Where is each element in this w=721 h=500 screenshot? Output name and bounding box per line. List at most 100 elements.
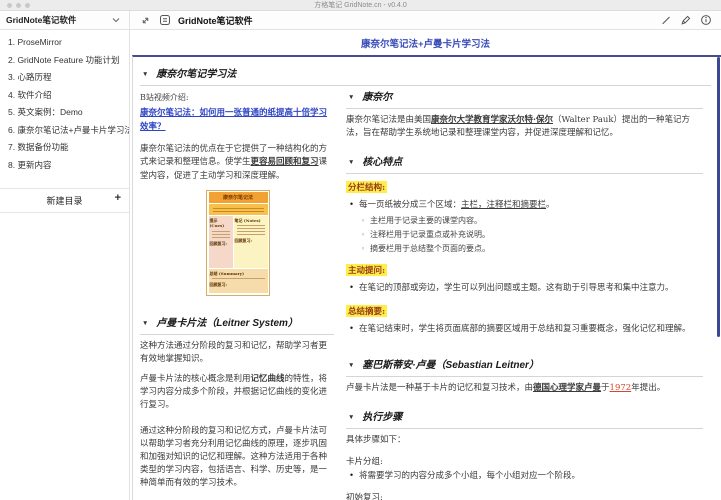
toolbar-main: GridNote笔记软件 — [130, 11, 721, 29]
cornell-origin-paragraph: 康奈尔笔记法是由美国康奈尔大学教育学家沃尔特·保尔（Walter Pauk）提出… — [346, 114, 703, 140]
section-heading-label: 卢曼卡片法（Leitner System） — [156, 317, 298, 329]
diagram-review-label: 回顾复习: — [209, 282, 227, 288]
sidebar-item-journey[interactable]: 3. 心路历程 — [0, 69, 129, 87]
toolbar-doc-title: GridNote笔记软件 — [178, 15, 253, 26]
window-controls — [7, 3, 30, 8]
collapse-triangle-icon[interactable] — [142, 71, 148, 78]
diagram-line — [236, 228, 265, 230]
section-heading-label: 康奈尔 — [362, 92, 393, 103]
diagram-line — [211, 233, 230, 235]
emphasized-text: 康奈尔大学教育学家沃尔特·保尔 — [431, 115, 553, 125]
diagram-cues-label: 提示 (Cues) — [209, 218, 225, 229]
paragraph-text: 于 — [601, 382, 610, 393]
diagram-line — [211, 230, 230, 232]
app-window: 方格笔记 GridNote.cn - v0.4.0 GridNote笔记软件 G… — [0, 0, 721, 500]
diagram-line — [236, 234, 265, 236]
document-outline-icon[interactable] — [158, 13, 172, 27]
highlight-summary: 总结摘要: — [346, 304, 388, 317]
minimize-window-icon[interactable] — [16, 3, 21, 8]
sidebar-item-intro[interactable]: 4. 软件介绍 — [0, 87, 129, 105]
collapse-triangle-icon[interactable] — [142, 320, 148, 327]
bilibili-video-link[interactable]: 康奈尔笔记法：如何用一张普通的纸提高十倍学习效率？ — [140, 107, 334, 134]
feature-sub-bullet: 主栏用于记录主要的课堂内容。 — [346, 215, 703, 227]
sidebar-item-feature-plan[interactable]: 2. GridNote Feature 功能计划 — [0, 52, 129, 70]
toolbar: GridNote笔记软件 GridNote笔记软件 — [0, 11, 721, 30]
workspace-label: GridNote笔记软件 — [6, 15, 77, 25]
window-title: 方格笔记 GridNote.cn - v0.4.0 — [314, 2, 407, 9]
sidebar-item-cornell-leitner[interactable]: 6. 康奈尔笔记法+卢曼卡片学习法 — [0, 122, 129, 140]
section-heading-cornell: 康奈尔 — [346, 86, 703, 109]
sidebar-item-backup[interactable]: 7. 数据备份功能 — [0, 139, 129, 157]
left-column: B站视频介绍: 康奈尔笔记法：如何用一张普通的纸提高十倍学习效率？ 康奈尔笔记法… — [140, 86, 334, 500]
diagram-notes-label: 笔记 (Notes) — [234, 218, 261, 224]
sidebar: 1. ProseMirror 2. GridNote Feature 功能计划 … — [0, 30, 130, 500]
diagram-line — [211, 236, 230, 238]
collapse-triangle-icon[interactable] — [348, 159, 354, 166]
sidebar-item-prosemirror[interactable]: 1. ProseMirror — [0, 34, 129, 52]
diagram-summary-block: 总结 (Summary) 回顾复习: — [208, 269, 268, 294]
underlined-text: 主栏，注释栏和摘要栏 — [461, 200, 547, 211]
edit-pen-icon[interactable] — [679, 13, 693, 27]
diagram-summary-label: 总结 (Summary) — [209, 271, 244, 277]
section-heading-label: 康奈尔笔记学习法 — [156, 69, 237, 80]
chevron-down-icon[interactable] — [109, 13, 123, 27]
section-heading-sebastian-leitner: 塞巴斯蒂安·卢曼（Sebastian Leitner） — [346, 350, 703, 377]
cornell-advantage-paragraph: 康奈尔笔记法的优点在于它提供了一种结构化的方式来记录和整理信息。使学生更容易回顾… — [140, 143, 334, 183]
step-label-initial-review: 初始复习: — [346, 492, 383, 500]
diagram-title: 康奈尔笔记法 — [208, 192, 268, 204]
section-heading-steps: 执行步骤 — [346, 402, 703, 429]
new-folder-row[interactable]: 新建目录 + — [0, 188, 129, 213]
video-intro-label: B站视频介绍: — [140, 93, 189, 102]
section-heading-label: 执行步骤 — [362, 411, 403, 423]
close-window-icon[interactable] — [7, 3, 12, 8]
bullet-text: 每一页纸被分成三个区域： — [359, 200, 462, 211]
highlight-column-structure: 分栏结构: — [346, 181, 388, 194]
diagram-line — [236, 231, 265, 233]
content-columns: B站视频介绍: 康奈尔笔记法：如何用一张普通的纸提高十倍学习效率？ 康奈尔笔记法… — [140, 86, 711, 500]
document-title[interactable]: 康奈尔笔记法+卢曼卡片学习法 — [130, 30, 721, 55]
section-heading-leitner-method: 卢曼卡片法（Leitner System） — [140, 308, 334, 335]
diagram-notes-column: 笔记 (Notes) 回顾复习: — [233, 216, 268, 269]
paragraph-text: 康奈尔笔记法是由美国 — [346, 115, 432, 125]
feature-sub-bullet: 摘要栏用于总结整个页面的要点。 — [346, 243, 703, 255]
year-link[interactable]: 1972 — [610, 383, 632, 393]
feature-sub-bullet: 注释栏用于记录重点或补充说明。 — [346, 229, 703, 241]
sidebar-item-demo[interactable]: 5. 英文案例：Demo — [0, 104, 129, 122]
pencil-icon[interactable] — [659, 13, 673, 27]
new-folder-label: 新建目录 — [46, 196, 83, 206]
expand-icon[interactable] — [138, 13, 152, 27]
section-heading-label: 核心特点 — [362, 157, 403, 169]
sidebar-item-changelog[interactable]: 8. 更新内容 — [0, 157, 129, 175]
vertical-scrollbar[interactable] — [717, 57, 720, 337]
feature-bullet: 在笔记的顶部或旁边，学生可以列出问题或主题。这有助于引导思考和集中注意力。 — [346, 282, 703, 295]
emphasized-text: 更容易回顾和复习 — [250, 157, 319, 168]
bullet-text: 。 — [546, 200, 555, 211]
cornell-template-image[interactable]: 康奈尔笔记法 提示 (Cues) 回顾复习: 笔记 (Notes) 回顾复习: … — [206, 189, 270, 296]
collapse-triangle-icon[interactable] — [348, 414, 354, 421]
diagram-line — [211, 278, 265, 280]
diagram-line — [236, 225, 265, 227]
app-body: 1. ProseMirror 2. GridNote Feature 功能计划 … — [0, 30, 721, 500]
main-content: 康奈尔笔记法+卢曼卡片学习法 康奈尔笔记学习法 B站视频介绍: 康奈尔笔记法：如… — [130, 30, 721, 500]
diagram-review-label: 回顾复习: — [209, 240, 227, 246]
info-icon[interactable] — [699, 13, 713, 27]
paragraph-text: 卢曼卡片法的核心概念是利用 — [140, 374, 251, 385]
collapse-triangle-icon[interactable] — [348, 362, 354, 369]
steps-intro: 具体步骤如下： — [346, 434, 406, 445]
leitner-paragraph-2: 卢曼卡片法的核心概念是利用记忆曲线的特性，将学习内容分成多个阶段，并根据记忆曲线… — [140, 373, 334, 413]
diagram-cues-column: 提示 (Cues) 回顾复习: — [208, 216, 233, 269]
emphasized-text: 记忆曲线 — [250, 374, 285, 385]
titlebar: 方格笔记 GridNote.cn - v0.4.0 — [0, 0, 721, 11]
paragraph-text: 卢曼卡片法是一种基于卡片的记忆和复习技术，由 — [346, 382, 534, 393]
maximize-window-icon[interactable] — [25, 3, 30, 8]
right-column: 康奈尔 康奈尔笔记法是由美国康奈尔大学教育学家沃尔特·保尔（Walter Pau… — [346, 86, 711, 500]
workspace-switcher[interactable]: GridNote笔记软件 — [0, 11, 130, 29]
diagram-line — [212, 207, 264, 209]
add-folder-icon[interactable]: + — [115, 192, 121, 204]
diagram-review-label: 回顾复习: — [234, 238, 252, 244]
paragraph-text: 年提出。 — [631, 382, 666, 393]
diagram-meta-strip — [208, 204, 268, 216]
collapse-triangle-icon[interactable] — [348, 94, 354, 101]
feature-bullet: 每一页纸被分成三个区域：主栏，注释栏和摘要栏。 — [346, 199, 703, 212]
step-label-grouping: 卡片分组: — [346, 456, 383, 467]
